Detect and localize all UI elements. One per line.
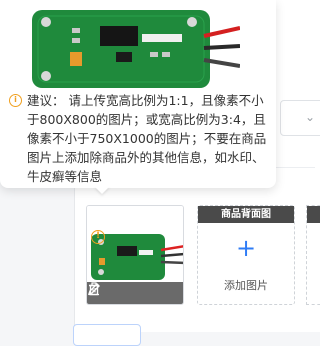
category-select[interactable]: ⌄ xyxy=(280,100,320,136)
image-advice-text: 建议： 请上传宽高比例为1:1，且像素不小于800X800的图片；或宽高比例为3… xyxy=(27,93,267,184)
product-image-slot-next[interactable] xyxy=(306,205,320,305)
add-image-label[interactable]: 添加图片 xyxy=(198,277,294,293)
delete-icon[interactable] xyxy=(87,282,101,296)
image-advice-tooltip: i 建议： 请上传宽高比例为1:1，且像素不小于800X800的图片；或宽高比例… xyxy=(0,0,276,188)
image-action-bar xyxy=(87,282,183,304)
slot-header-next xyxy=(307,206,320,223)
plus-icon[interactable]: + xyxy=(198,236,294,260)
slot-header-back: 商品背面图 xyxy=(198,206,294,223)
product-image-slot-main[interactable]: ! xyxy=(86,205,184,305)
warning-icon[interactable]: ! xyxy=(91,230,105,244)
info-icon: i xyxy=(9,94,22,107)
pcb-preview-image xyxy=(32,2,240,90)
product-image-slot-back[interactable]: 商品背面图 + 添加图片 xyxy=(197,205,295,305)
chevron-down-icon: ⌄ xyxy=(305,110,316,124)
bottom-action-button[interactable] xyxy=(73,324,141,346)
tooltip-arrow xyxy=(94,186,110,194)
